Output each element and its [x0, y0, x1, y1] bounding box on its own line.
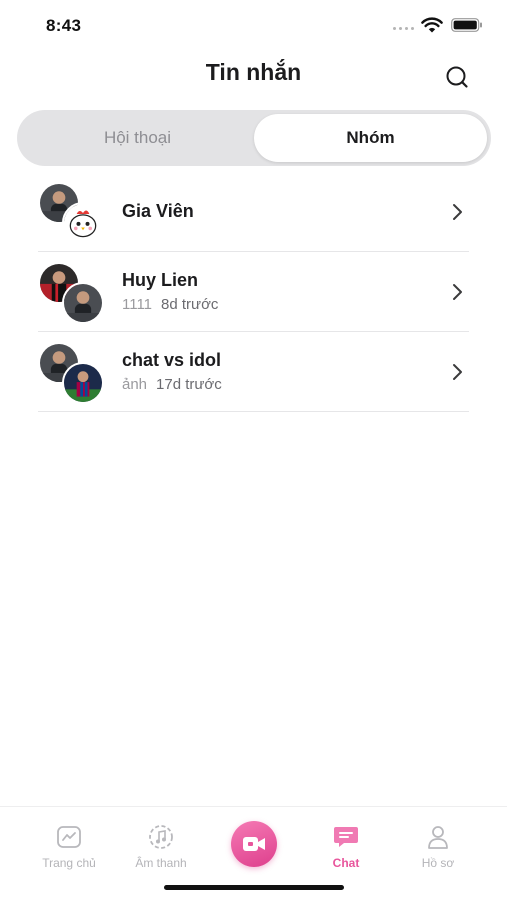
list-item[interactable]: chat vs idol ảnh 17d trước [38, 332, 469, 412]
chicken-mascot-avatar [62, 202, 104, 244]
group-list: Gia Viên Huy Lien 1111 8d trước chat vs … [38, 172, 469, 412]
group-name: Huy Lien [122, 270, 199, 290]
message-preview: ảnh [122, 376, 148, 393]
message-preview: 1111 [122, 296, 153, 313]
avatar [62, 282, 104, 324]
live-video-button[interactable] [231, 821, 277, 867]
profile-icon [428, 826, 448, 849]
tab-conversations[interactable]: Hội thoại [21, 114, 254, 162]
tab-audio[interactable]: Âm thanh [121, 823, 201, 870]
search-icon[interactable] [443, 63, 471, 91]
page-title: Tin nhắn [205, 59, 302, 85]
home-indicator [164, 885, 344, 890]
tab-groups[interactable]: Nhóm [254, 114, 487, 162]
last-message: 1111 8d trước [122, 296, 218, 313]
tab-label: Chat [332, 856, 360, 870]
battery-icon [451, 18, 482, 32]
status-bar: 8:43 [0, 0, 507, 50]
tab-label: Âm thanh [135, 856, 187, 870]
list-item[interactable]: Huy Lien 1111 8d trước [38, 252, 469, 332]
status-time: 8:43 [46, 16, 82, 35]
group-avatar [38, 342, 104, 404]
chevron-right-icon [453, 364, 462, 380]
tab-home[interactable]: Trang chủ [29, 823, 109, 870]
tab-chat[interactable]: Chat [306, 823, 386, 870]
signal-icon [393, 27, 414, 30]
chevron-right-icon [453, 204, 462, 220]
trend-icon [57, 826, 81, 848]
video-camera-icon [243, 837, 265, 851]
list-item[interactable]: Gia Viên [38, 172, 469, 252]
last-message: ảnh 17d trước [122, 376, 222, 393]
group-name: chat vs idol [122, 350, 222, 370]
chevron-right-icon [453, 284, 462, 300]
group-name: Gia Viên [122, 201, 194, 221]
wifi-icon [421, 17, 443, 33]
group-avatar [38, 182, 104, 244]
group-avatar [38, 262, 104, 324]
segmented-control: Hội thoại Nhóm [17, 110, 491, 166]
message-time: 8d trước [161, 296, 219, 313]
music-icon [149, 825, 173, 849]
chat-icon [334, 827, 358, 847]
tab-label: Hồ sơ [421, 856, 455, 870]
header: Tin nhắn [0, 50, 507, 100]
message-time: 17d trước [156, 376, 222, 393]
tab-profile[interactable]: Hồ sơ [398, 823, 478, 870]
tab-label: Trang chủ [42, 856, 96, 870]
avatar [62, 362, 104, 404]
